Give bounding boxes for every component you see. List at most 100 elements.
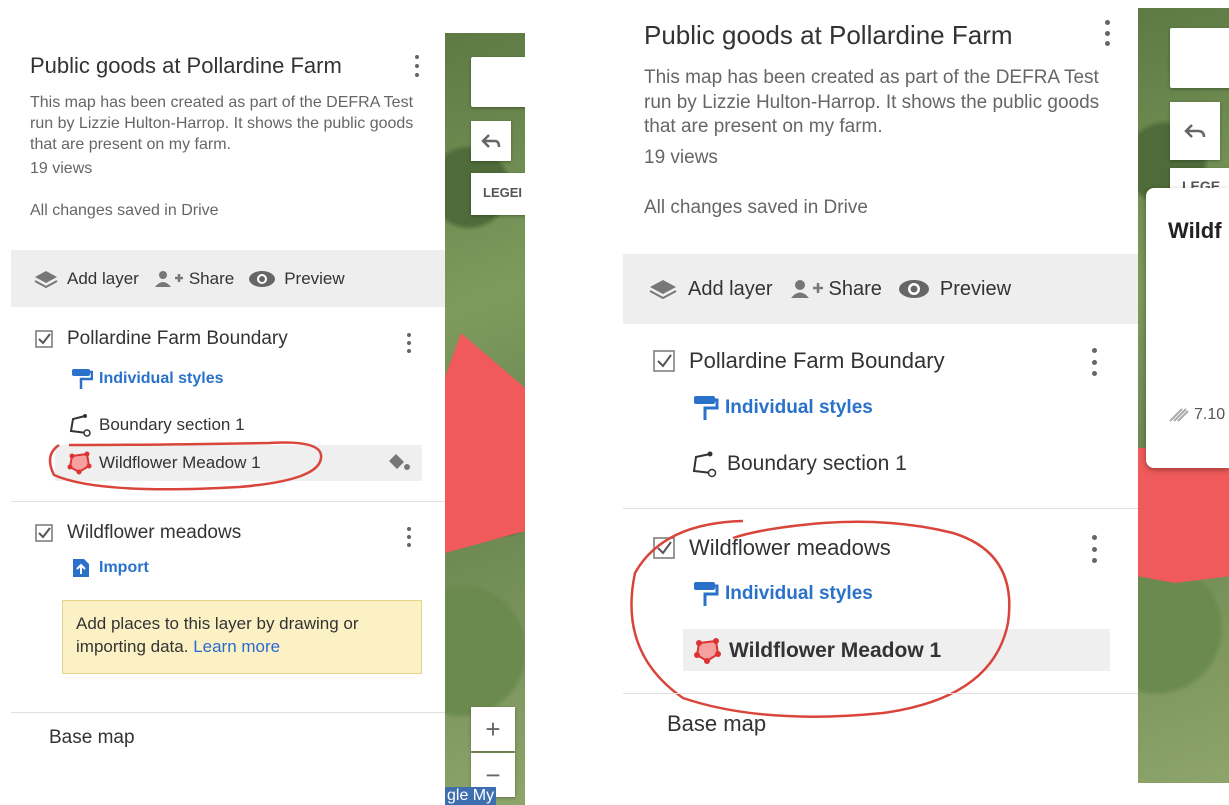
kebab-dot xyxy=(1091,359,1097,365)
map-menu-button[interactable] xyxy=(411,55,423,77)
individual-styles-link[interactable]: Individual styles xyxy=(693,580,873,608)
checkbox-checked-icon[interactable] xyxy=(33,522,55,544)
layer-wildflower[interactable]: Wildflower meadows xyxy=(651,535,891,561)
feature-wildflower-meadow[interactable]: Wildflower Meadow 1 xyxy=(67,451,261,475)
layer-name: Pollardine Farm Boundary xyxy=(67,328,288,349)
layer-toolbar: Add layer Share Preview xyxy=(11,250,445,307)
map-view[interactable]: LEGEI + − gle My xyxy=(445,33,525,805)
side-panel: Public goods at Pollardine Farm This map… xyxy=(623,8,1138,798)
layers-icon xyxy=(34,270,58,288)
feature-boundary-section[interactable]: Boundary section 1 xyxy=(67,413,245,437)
preview-button[interactable]: Preview xyxy=(248,268,345,289)
left-screenshot: LEGEI + − gle My Public goods at Pollard… xyxy=(0,0,540,805)
kebab-dot xyxy=(407,333,411,337)
individual-styles-link[interactable]: Individual styles xyxy=(71,367,223,391)
style-label: Individual styles xyxy=(99,370,224,387)
map-title[interactable]: Public goods at Pollardine Farm xyxy=(30,53,342,79)
layer-tooltip: Add places to this layer by drawing or i… xyxy=(62,600,422,674)
eye-icon xyxy=(898,280,929,298)
feature-wildflower-meadow[interactable]: Wildflower Meadow 1 xyxy=(693,637,941,665)
layer-menu-button[interactable] xyxy=(1088,348,1100,376)
share-label: Share xyxy=(828,277,882,300)
share-button[interactable]: Share xyxy=(789,278,882,301)
kebab-dot xyxy=(415,73,419,77)
kebab-dot xyxy=(1091,558,1097,563)
map-description[interactable]: This map has been created as part of the… xyxy=(644,66,1114,140)
layer-menu-button[interactable] xyxy=(403,333,415,353)
checkbox-checked-icon[interactable] xyxy=(651,348,677,374)
paint-bucket-icon[interactable] xyxy=(385,451,411,478)
undo-button[interactable] xyxy=(1170,102,1220,160)
save-status: All changes saved in Drive xyxy=(644,197,868,218)
import-label: Import xyxy=(99,559,149,576)
feature-label: Boundary section 1 xyxy=(727,452,907,475)
style-label: Individual styles xyxy=(725,397,873,418)
layer-wildflower[interactable]: Wildflower meadows xyxy=(33,522,241,544)
kebab-dot xyxy=(1104,30,1110,36)
popup-title: Wildf xyxy=(1168,218,1222,243)
layer-name: Pollardine Farm Boundary xyxy=(689,348,945,373)
kebab-dot xyxy=(407,543,411,547)
layer-menu-button[interactable] xyxy=(403,527,415,547)
map-search-box[interactable] xyxy=(1170,28,1229,88)
kebab-dot xyxy=(407,349,411,353)
layer-toolbar: Add layer Share Preview xyxy=(623,254,1138,324)
side-panel: Public goods at Pollardine Farm This map… xyxy=(11,33,445,805)
meadow-polygon[interactable] xyxy=(1138,448,1229,583)
map-attribution: gle My xyxy=(445,787,497,805)
meadow-polygon[interactable] xyxy=(445,333,525,553)
add-person-icon xyxy=(790,280,823,298)
map-title[interactable]: Public goods at Pollardine Farm xyxy=(644,20,1013,51)
import-link[interactable]: Import xyxy=(71,557,149,579)
layer-name: Wildflower meadows xyxy=(67,522,242,543)
kebab-dot xyxy=(1091,348,1097,353)
checkbox-checked-icon[interactable] xyxy=(651,535,677,561)
add-person-icon xyxy=(154,270,183,287)
individual-styles-link[interactable]: Individual styles xyxy=(693,394,873,422)
base-map-section[interactable]: Base map xyxy=(667,711,766,737)
paint-roller-icon xyxy=(72,369,93,389)
kebab-dot xyxy=(407,527,411,531)
undo-icon xyxy=(481,134,501,148)
kebab-dot xyxy=(415,64,419,68)
style-label: Individual styles xyxy=(725,583,873,604)
learn-more-link[interactable]: Learn more xyxy=(193,637,280,656)
area-icon xyxy=(1169,408,1189,422)
preview-label: Preview xyxy=(284,268,345,288)
line-icon xyxy=(692,451,717,478)
paint-roller-icon xyxy=(694,582,719,606)
divider xyxy=(11,501,445,502)
layer-boundary[interactable]: Pollardine Farm Boundary xyxy=(33,328,288,350)
polygon-icon xyxy=(694,638,721,664)
layer-boundary[interactable]: Pollardine Farm Boundary xyxy=(651,348,945,374)
zoom-in-button[interactable]: + xyxy=(471,707,515,751)
undo-icon xyxy=(1184,124,1206,138)
divider xyxy=(623,693,1138,694)
kebab-dot xyxy=(407,535,411,539)
map-description[interactable]: This map has been created as part of the… xyxy=(30,93,420,155)
feature-label: Wildflower Meadow 1 xyxy=(99,453,261,472)
layer-menu-button[interactable] xyxy=(1088,535,1100,563)
add-layer-button[interactable]: Add layer xyxy=(648,278,773,301)
layer-name: Wildflower meadows xyxy=(689,535,891,560)
map-view[interactable]: LEGE Wildf 7.10 xyxy=(1138,8,1229,783)
view-count: 19 views xyxy=(644,147,718,168)
map-menu-button[interactable] xyxy=(1101,20,1113,46)
feature-popup[interactable]: Wildf 7.10 xyxy=(1146,188,1229,468)
undo-button[interactable] xyxy=(471,121,511,161)
add-layer-button[interactable]: Add layer xyxy=(33,269,139,289)
share-button[interactable]: Share xyxy=(153,269,234,289)
legend-button[interactable]: LEGEI xyxy=(471,173,525,215)
add-layer-label: Add layer xyxy=(67,268,139,288)
preview-button[interactable]: Preview xyxy=(898,278,1011,301)
checkbox-checked-icon[interactable] xyxy=(33,328,55,350)
area-value: 7.10 xyxy=(1194,406,1226,423)
layers-icon xyxy=(649,280,677,300)
divider xyxy=(11,712,445,713)
kebab-dot xyxy=(1091,535,1097,540)
kebab-dot xyxy=(1091,546,1097,552)
polygon-icon xyxy=(67,451,92,475)
map-search-box[interactable] xyxy=(471,57,525,107)
feature-boundary-section[interactable]: Boundary section 1 xyxy=(689,450,907,478)
base-map-section[interactable]: Base map xyxy=(49,727,135,749)
